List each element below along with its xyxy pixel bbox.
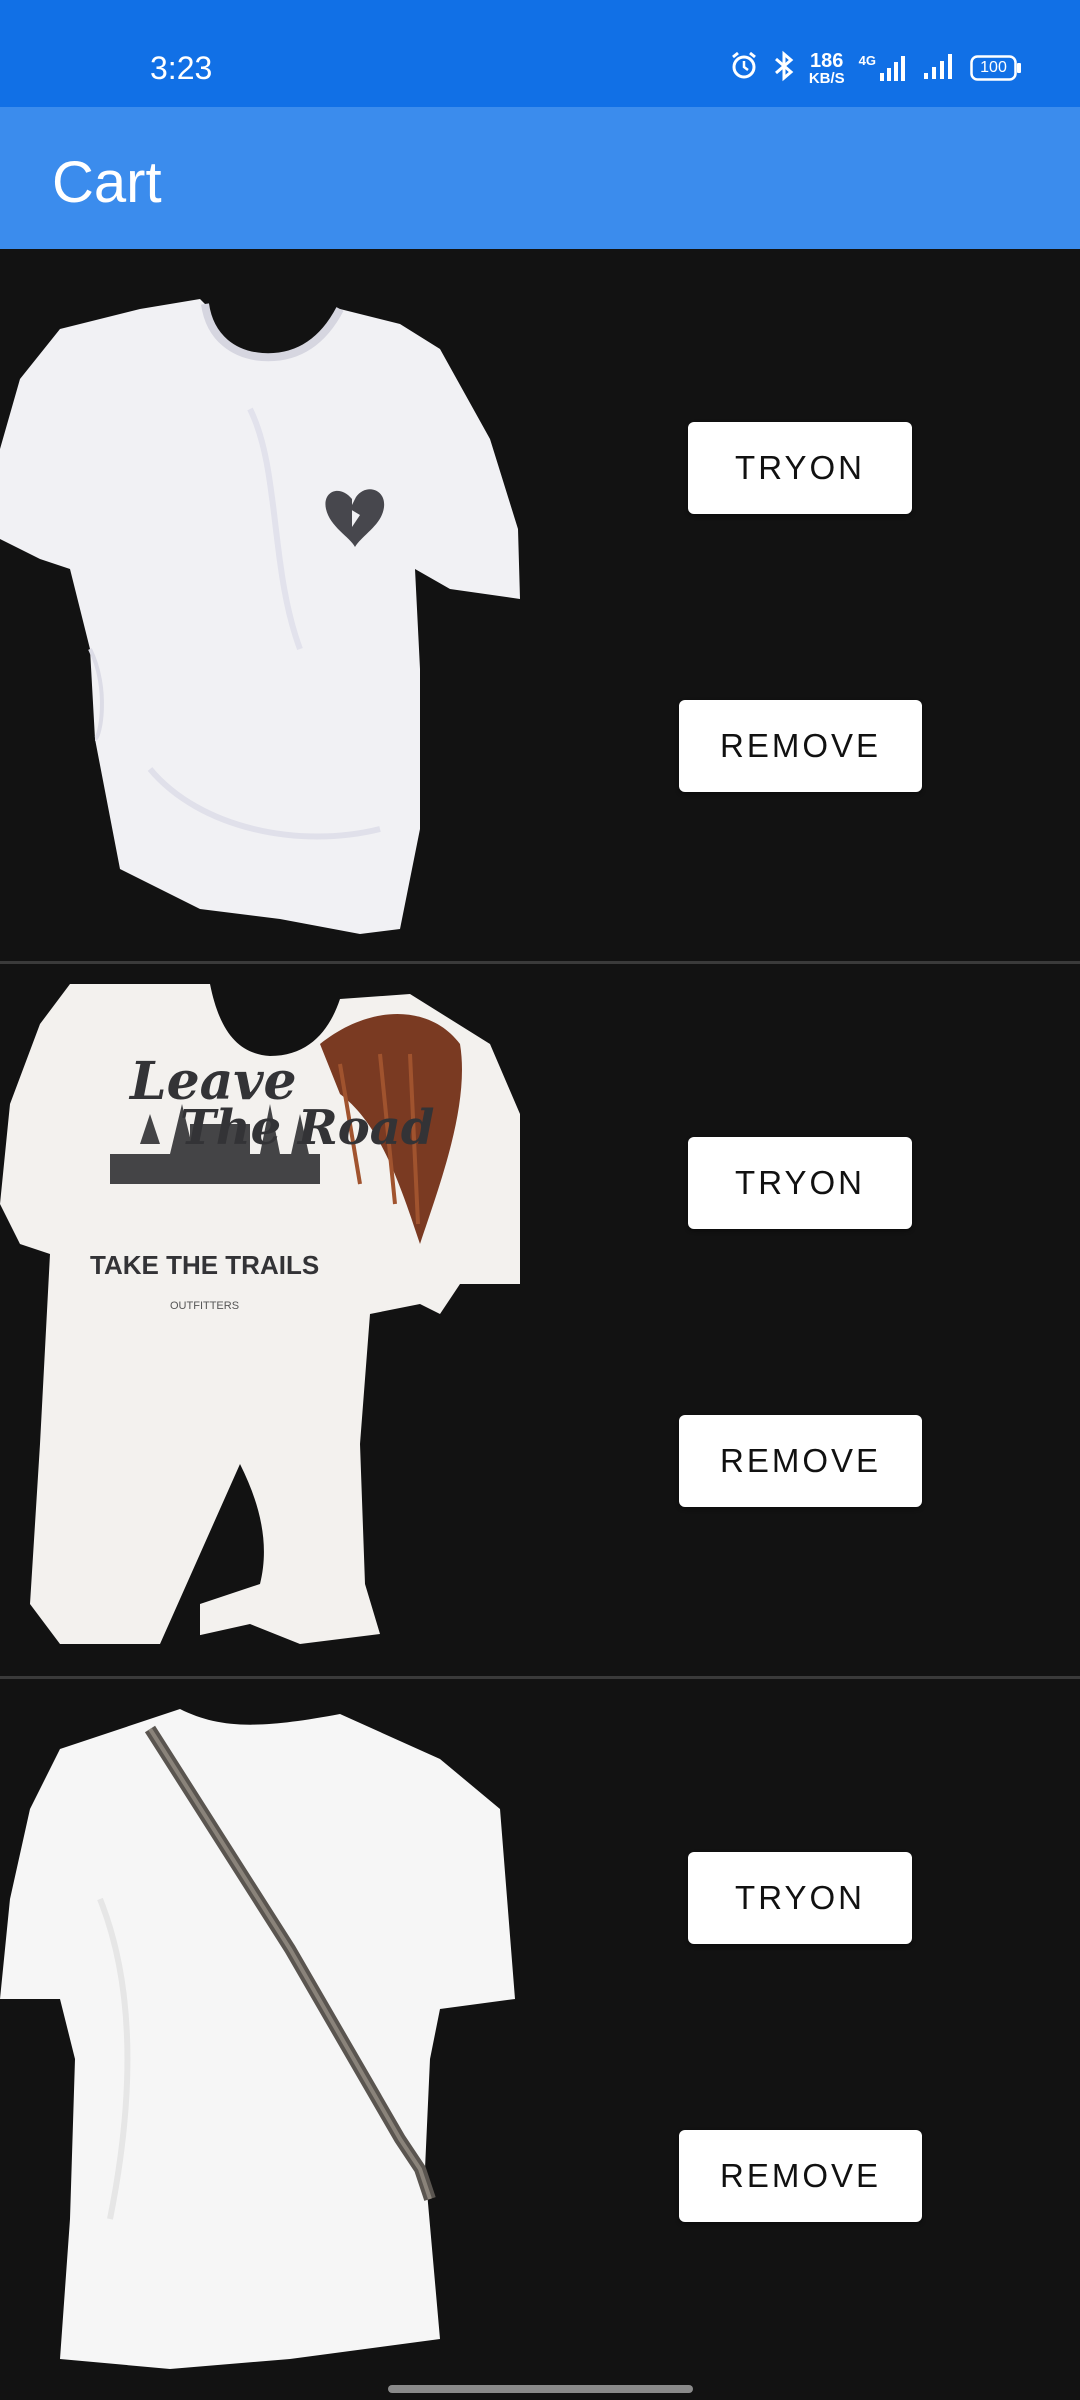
tshirt-back-with-strap-image [0,1699,530,2379]
cart-item: Leave The Road TAKE THE TRAILS OUTFITTER… [0,964,1080,1679]
remove-button[interactable]: REMOVE [679,700,922,792]
tshirt-broken-heart-image [0,269,530,949]
app-bar: Cart [0,107,1080,249]
shirt-print-line4: OUTFITTERS [170,1300,239,1312]
tshirt-leave-the-road-image: Leave The Road TAKE THE TRAILS OUTFITTER… [0,984,530,1664]
status-bar: 3:23 186 KB/S 4G 100 [0,0,1080,107]
network-speed: 186 KB/S [809,51,845,86]
network-type-label: 4G [858,53,876,68]
battery-level: 100 [980,59,1007,76]
cart-item: TRYON REMOVE [0,249,1080,964]
tryon-button[interactable]: TRYON [688,422,912,514]
cart-item: TRYON REMOVE [0,1679,1080,2394]
status-icons: 186 KB/S 4G 100 [729,48,1022,88]
status-time: 3:23 [150,50,213,86]
tryon-button[interactable]: TRYON [688,1852,912,1944]
shirt-print-line2: The Road [180,1100,434,1156]
bluetooth-icon [773,50,795,87]
battery-icon: 100 [970,55,1022,81]
shirt-print-line3: TAKE THE TRAILS [90,1250,319,1280]
cart-list: TRYON REMOVE Leave The Road TAKE THE TRA… [0,249,1080,2394]
signal-icon [922,51,956,86]
page-title: Cart [52,150,162,215]
home-indicator[interactable] [388,2385,693,2393]
remove-button[interactable]: REMOVE [679,2130,922,2222]
network-speed-unit: KB/S [808,69,845,87]
tryon-button[interactable]: TRYON [688,1137,912,1229]
network-speed-value: 186 [810,49,844,72]
remove-button[interactable]: REMOVE [679,1415,922,1507]
alarm-icon [729,51,759,86]
signal-4g-icon: 4G [859,53,908,83]
